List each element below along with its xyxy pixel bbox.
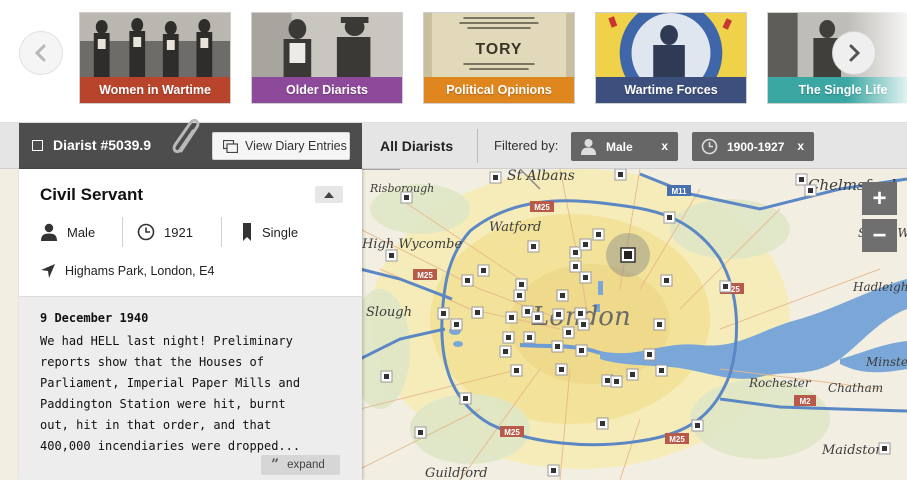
zoom-in-button[interactable]: + — [862, 182, 897, 215]
card-photo — [596, 13, 746, 79]
place-label: St Albans — [507, 169, 575, 184]
card-label: The Single Life — [768, 77, 907, 103]
place-label: High Wycombe — [361, 237, 462, 252]
diarist-header: Diarist #5039.9 View Diary Entries — [19, 118, 362, 169]
entry-line: out, hit in that order, and that — [40, 418, 272, 432]
road-label: M25 — [669, 435, 685, 444]
view-diary-entries-label: View Diary Entries — [245, 139, 347, 153]
birth-year-value: 1921 — [164, 224, 193, 240]
diarist-info-panel: Civil Servant Male 1921 Single Highams P… — [19, 169, 362, 480]
attribute-divider — [221, 217, 222, 247]
entry-line: Paddington Station were hit, burnt — [40, 397, 286, 411]
theme-carousel: Women in Wartime Older Diarists TORY Pol… — [0, 0, 907, 123]
diary-entry-preview: 9 December 1940 We had HELL last night! … — [19, 296, 362, 480]
zoom-out-button[interactable]: − — [862, 219, 897, 252]
place-label: Rochester — [748, 376, 812, 390]
all-diarists-link[interactable]: All Diarists — [380, 138, 453, 154]
attribute-divider — [122, 217, 123, 247]
carousel-prev-button[interactable] — [19, 31, 63, 75]
location-value: Highams Park, London, E4 — [65, 264, 215, 278]
card-label: Women in Wartime — [80, 77, 230, 103]
expand-label: expand — [287, 459, 325, 471]
gender-attribute: Male — [40, 217, 95, 247]
remove-filter-button[interactable]: x — [797, 139, 804, 153]
quote-icon: ” — [271, 457, 280, 473]
theme-card-wartime-forces[interactable]: Wartime Forces — [595, 12, 747, 104]
card-photo — [80, 13, 230, 79]
collapse-panel-button[interactable] — [315, 186, 343, 203]
entry-line: 400,000 incendiaries were dropped... — [40, 439, 301, 453]
entry-line: reports show that the Houses of — [40, 355, 264, 369]
filter-chip-birth-year[interactable]: 1900-1927 x — [692, 132, 814, 161]
entry-line: Parliament, Imperial Paper Mills and — [40, 376, 301, 390]
clock-icon — [137, 223, 155, 241]
card-label: Older Diarists — [252, 77, 402, 103]
diarist-attributes: Male 1921 Single — [19, 217, 362, 247]
birth-year-attribute: 1921 — [137, 217, 193, 247]
card-photo — [252, 13, 402, 79]
card-tory-text: TORY — [476, 41, 523, 58]
place-label: Hadleigh — [852, 280, 907, 294]
theme-card-political-opinions[interactable]: TORY Political Opinions — [423, 12, 575, 104]
chevron-right-icon — [849, 44, 861, 62]
entry-text: We had HELL last night! Preliminary repo… — [40, 331, 340, 457]
card-label: Political Opinions — [424, 77, 574, 103]
road-label: M25 — [417, 271, 433, 280]
card-label: Wartime Forces — [596, 77, 746, 103]
diarist-occupation: Civil Servant — [40, 185, 143, 204]
view-diary-entries-button[interactable]: View Diary Entries — [212, 132, 350, 160]
place-label: Guildford — [425, 466, 488, 480]
filter-chip-label: Male — [606, 139, 633, 154]
filter-chip-gender[interactable]: Male x — [571, 132, 678, 161]
place-label: Slough — [366, 305, 412, 320]
marital-status-value: Single — [262, 224, 299, 240]
road-label: M11 — [671, 187, 687, 196]
filter-chip-label: 1900-1927 — [727, 139, 785, 154]
road-label: M25 — [504, 428, 520, 437]
clock-icon — [701, 138, 718, 155]
location-arrow-icon — [41, 264, 55, 278]
bookmark-icon — [243, 223, 251, 241]
diarist-title: Diarist #5039.9 — [53, 137, 152, 153]
person-icon — [41, 223, 57, 241]
paperclip-icon — [172, 118, 200, 154]
place-label: Watford — [489, 220, 541, 235]
place-label: Minste — [865, 355, 907, 369]
filtered-by-label: Filtered by: — [494, 138, 559, 153]
road-label: M25 — [534, 203, 550, 212]
person-icon — [581, 139, 596, 155]
copy-icon — [223, 139, 238, 153]
gender-value: Male — [67, 224, 96, 240]
expand-entry-button[interactable]: ” expand — [261, 455, 340, 475]
location-attribute: Highams Park, London, E4 — [40, 263, 214, 279]
filter-bar: Diarist #5039.9 View Diary Entries All D… — [0, 118, 907, 169]
place-label: Chatham — [828, 381, 883, 395]
road-label: M2 — [799, 397, 811, 406]
card-photo: TORY — [424, 13, 574, 79]
caret-up-icon — [324, 191, 334, 198]
chevron-left-icon — [34, 44, 46, 62]
diarist-select-checkbox[interactable] — [32, 140, 43, 151]
filter-divider — [477, 129, 478, 163]
theme-card-women-in-wartime[interactable]: Women in Wartime — [79, 12, 231, 104]
theme-card-older-diarists[interactable]: Older Diarists — [251, 12, 403, 104]
remove-filter-button[interactable]: x — [661, 139, 668, 153]
entry-date: 9 December 1940 — [40, 311, 149, 325]
carousel-next-button[interactable] — [832, 31, 876, 75]
entry-line: We had HELL last night! Preliminary — [40, 334, 293, 348]
marital-status-attribute: Single — [241, 217, 298, 247]
